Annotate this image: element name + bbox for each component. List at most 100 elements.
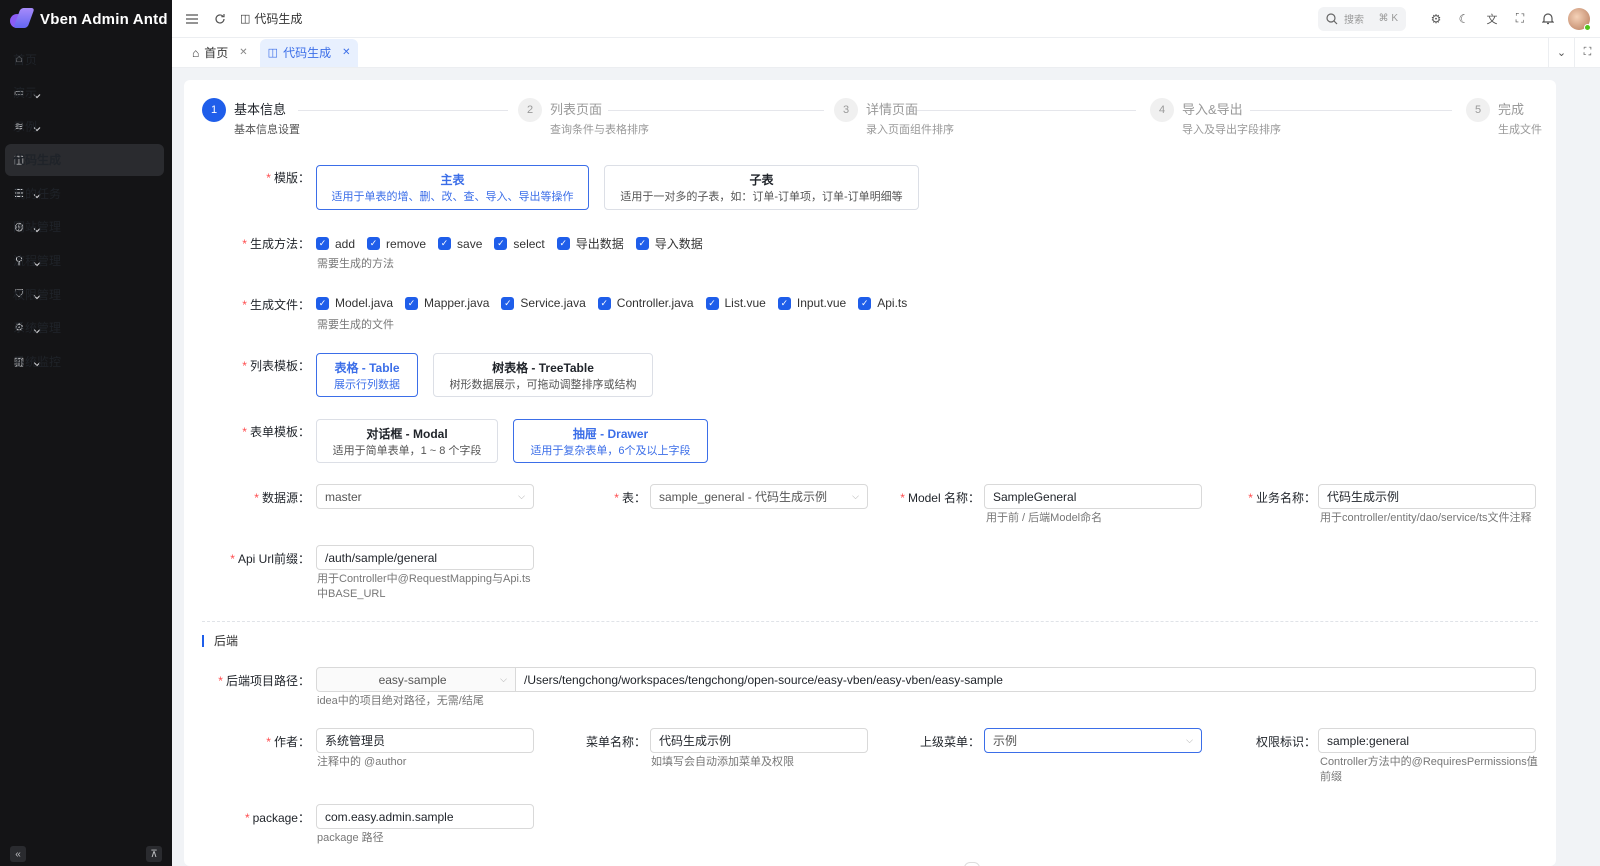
maximize-content-icon[interactable]: ⛶ — [1574, 37, 1600, 68]
checkbox-checked-icon[interactable]: ✓ — [705, 296, 719, 310]
checkbox-item[interactable]: ✓ remove — [367, 237, 426, 251]
checkbox-label: add — [335, 236, 356, 251]
step-import-export[interactable]: 4 导入&导出 导入及导出字段排序 — [1150, 98, 1281, 137]
step-basic-info[interactable]: 1 基本信息 基本信息设置 — [202, 98, 300, 137]
checkbox-checked-icon[interactable]: ✓ — [635, 237, 649, 250]
close-icon[interactable]: ✕ — [239, 47, 247, 58]
checkbox-item[interactable]: ✓ add — [316, 237, 355, 251]
checkbox-checked-icon[interactable]: ✓ — [858, 296, 872, 310]
checkbox-checked-icon[interactable]: ✓ — [438, 237, 452, 250]
permission-input[interactable]: sample:general — [1318, 728, 1536, 753]
menu-name-input[interactable]: 代码生成示例 — [650, 728, 868, 753]
checkbox-checked-icon[interactable]: ✓ — [316, 296, 329, 310]
checkbox-checked-icon[interactable]: ✓ — [777, 296, 791, 310]
checkbox-label: Mapper.java — [424, 296, 490, 310]
sidebar-item-7[interactable]: ⛉ 权限管理 — [5, 278, 164, 310]
chevron-down-icon: ⌵ — [1186, 735, 1193, 745]
collapse-sidebar-icon[interactable]: « — [10, 846, 26, 862]
model-name-help: 用于前 / 后端Model命名 — [986, 512, 1103, 524]
bell-icon[interactable] — [1540, 11, 1556, 27]
checkbox-checked-icon[interactable]: ✓ — [501, 296, 515, 310]
tab-code-gen[interactable]: ◫ 代码生成 ✕ — [259, 38, 359, 67]
sidebar-item-3[interactable]: ◫ 代码生成 — [5, 143, 164, 176]
checkbox-label: 导入数据 — [654, 237, 703, 251]
checkbox-item[interactable]: ✓ 导出数据 — [556, 235, 624, 252]
backend-path-input[interactable]: /Users/tengchong/workspaces/tengchong/op… — [515, 667, 1536, 692]
home-icon: ⌂ — [192, 45, 200, 60]
list-template-table[interactable]: 表格 - Table 展示行列数据 — [316, 353, 418, 397]
checkbox-item[interactable]: ✓ Api.ts — [858, 296, 907, 310]
sidebar-item-label: 演示 — [13, 86, 38, 101]
backend-path-value: /Users/tengchong/workspaces/tengchong/op… — [524, 672, 1003, 687]
avatar[interactable] — [1568, 7, 1591, 31]
model-name-input[interactable]: SampleGeneral — [984, 484, 1202, 509]
tab-label: 代码生成 — [283, 46, 332, 60]
package-input[interactable]: com.easy.admin.sample — [316, 804, 534, 829]
sidebar-item-5[interactable]: ◍ 网站管理 — [5, 211, 164, 243]
backend-section-title: 后端 — [202, 632, 238, 649]
breadcrumb[interactable]: ◫ 代码生成 — [240, 10, 302, 27]
form-template-drawer[interactable]: 抽屉 - Drawer 适用于复杂表单，6个及以上字段 — [513, 419, 708, 463]
settings-icon[interactable]: ⚙ — [1428, 11, 1444, 27]
chevron-down-icon[interactable]: ⌄ — [1548, 37, 1574, 68]
sidebar-item-9[interactable]: ▥ 系统监控 — [5, 345, 164, 377]
checkbox-item[interactable]: ✓ 导入数据 — [635, 235, 703, 252]
sidebar-item-8[interactable]: ⚙ 系统管理 — [5, 312, 164, 344]
sidebar-item-2[interactable]: ≋ 示例 — [5, 110, 164, 142]
checkbox-checked-icon[interactable]: ✓ — [316, 237, 329, 250]
sidebar-item-0[interactable]: ⌂ 首页 — [5, 43, 164, 75]
search-button[interactable]: 搜索 ⌘ K — [1318, 6, 1406, 31]
checkbox-item[interactable]: ✓ Model.java — [316, 296, 393, 310]
table-select[interactable]: sample_general - 代码生成示例 ⌵ — [650, 484, 868, 509]
tab-home[interactable]: ⌂ 首页 ✕ — [184, 39, 256, 67]
step-title: 完成 — [1498, 102, 1525, 117]
list-template-treetable[interactable]: 树表格 - TreeTable 树形数据展示，可拖动调整排序或结构 — [433, 353, 653, 397]
language-icon[interactable]: 文 — [1484, 11, 1500, 27]
datasource-select[interactable]: master ⌵ — [316, 484, 534, 509]
chevron-down-icon: ⌵ — [518, 491, 525, 501]
option-desc: 适用于一对多的子表，如：订单-订单项，订单-订单明细等 — [620, 191, 903, 203]
step-detail-page[interactable]: 3 详情页面 录入页面组件排序 — [834, 98, 954, 137]
search-placeholder: 搜索 — [1344, 15, 1364, 26]
checkbox-item[interactable]: ✓ save — [438, 237, 482, 251]
checkbox-item[interactable]: ✓ Input.vue — [777, 296, 846, 310]
author-input[interactable]: 系统管理员 — [316, 728, 534, 753]
sidebar-item-1[interactable]: ▭ 演示 — [5, 77, 164, 109]
checkbox-checked-icon[interactable]: ✓ — [405, 296, 419, 310]
checkbox-item[interactable]: ✓ List.vue — [705, 296, 766, 310]
dark-mode-icon[interactable]: ☾ — [1456, 11, 1472, 27]
parent-menu-select[interactable]: 示例 ⌵ — [984, 728, 1202, 753]
sidebar-item-4[interactable]: ☰ 我的任务 — [5, 177, 164, 209]
api-prefix-input[interactable]: /auth/sample/general — [316, 545, 534, 570]
scroll-handle[interactable] — [964, 862, 980, 866]
app-logo[interactable]: Vben Admin Antd — [0, 0, 172, 38]
checkbox-label: select — [513, 236, 545, 251]
menu-toggle-icon[interactable] — [184, 11, 200, 27]
close-icon[interactable]: ✕ — [342, 47, 350, 58]
fullscreen-icon[interactable]: ⛶ — [1512, 11, 1528, 27]
step-list-page[interactable]: 2 列表页面 查询条件与表格排序 — [518, 98, 649, 137]
package-value: com.easy.admin.sample — [325, 809, 454, 824]
template-option-main[interactable]: 主表 适用于单表的增、删、改、查、导入、导出等操作 — [316, 165, 589, 210]
checkbox-item[interactable]: ✓ Mapper.java — [405, 296, 489, 310]
breadcrumb-current: 代码生成 — [254, 12, 303, 26]
sidebar-item-6[interactable]: ⚲ 流程管理 — [5, 245, 164, 277]
checkbox-checked-icon[interactable]: ✓ — [367, 237, 381, 250]
checkbox-checked-icon[interactable]: ✓ — [597, 296, 611, 310]
backend-project-select[interactable]: easy-sample ⌵ — [316, 667, 516, 692]
checkbox-checked-icon[interactable]: ✓ — [556, 237, 570, 250]
form-template-modal[interactable]: 对话框 - Modal 适用于简单表单，1 ~ 8 个字段 — [316, 419, 498, 463]
checkbox-item[interactable]: ✓ select — [494, 236, 545, 251]
package-label: * package： — [244, 811, 310, 825]
datasource-value: master — [325, 489, 362, 504]
template-option-sub[interactable]: 子表 适用于一对多的子表，如：订单-订单项，订单-订单明细等 — [604, 165, 919, 210]
pin-sidebar-icon[interactable]: ⊼ — [146, 846, 162, 862]
checkbox-item[interactable]: ✓ Service.java — [501, 296, 586, 310]
step-desc: 基本信息设置 — [234, 124, 300, 136]
biz-name-input[interactable]: 代码生成示例 — [1318, 484, 1536, 509]
step-finish[interactable]: 5 完成 生成文件 — [1466, 98, 1542, 137]
checkbox-checked-icon[interactable]: ✓ — [494, 237, 508, 250]
checkbox-item[interactable]: ✓ Controller.java — [597, 296, 694, 310]
refresh-icon[interactable] — [212, 11, 228, 27]
option-desc: 树形数据展示，可拖动调整排序或结构 — [449, 379, 637, 391]
